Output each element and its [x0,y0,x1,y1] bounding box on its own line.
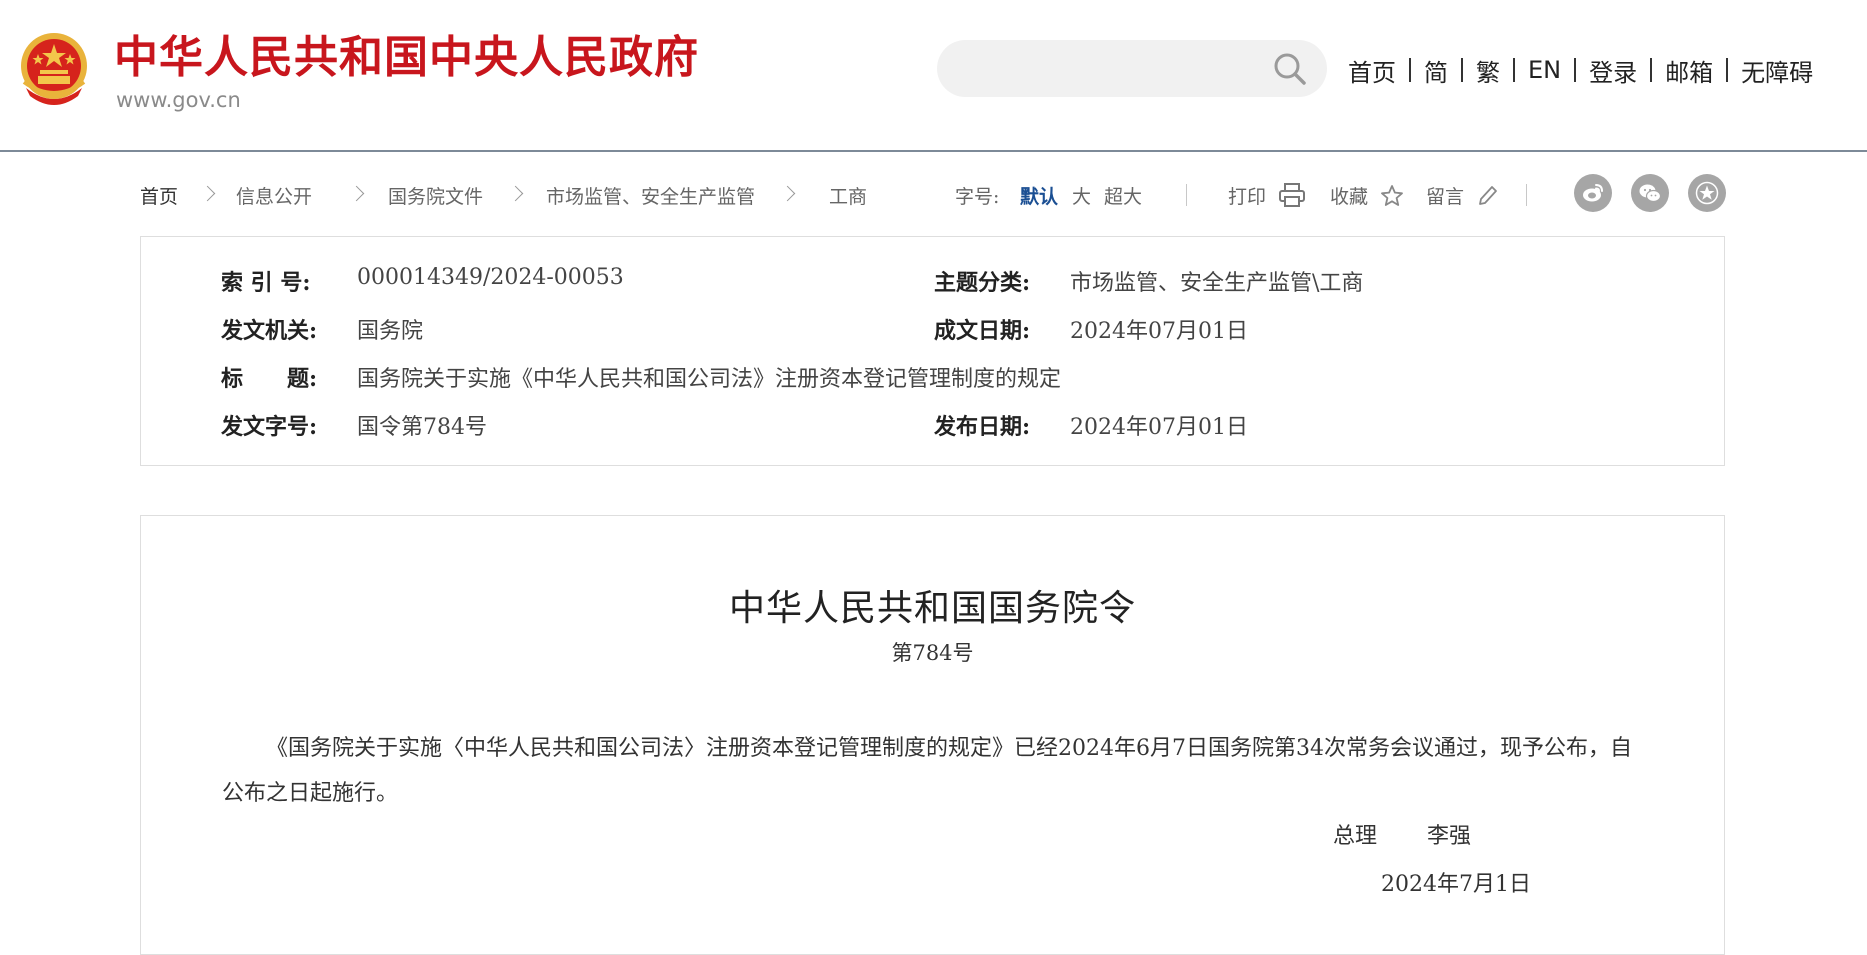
breadcrumb-info-public[interactable]: 信息公开 [236,182,312,209]
signature-date: 2024年7月1日 [1381,872,1531,897]
favorite-label: 收藏 [1330,186,1369,208]
weibo-share-icon[interactable] [1574,174,1612,212]
chevron-right-icon [348,185,365,202]
issuing-authority-label: 发文机关: [221,318,318,344]
nav-divider [1513,58,1515,82]
nav-divider [1409,58,1411,82]
toolbar-divider [1526,184,1527,206]
article-body: 中华人民共和国国务院令 第784号 《国务院关于实施〈中华人民共和国公司法〉注册… [140,515,1725,955]
issuing-authority-value: 国务院 [357,319,424,344]
subject-category-value: 市场监管、安全生产监管\工商 [1070,271,1364,296]
index-number-value: 000014349/2024-00053 [357,265,624,290]
print-label: 打印 [1228,186,1267,208]
signature-line: 总理 李强 [1333,818,1471,850]
article-title: 中华人民共和国国务院令 [728,588,1136,629]
article-paragraph: 《国务院关于实施〈中华人民共和国公司法〉注册资本登记管理制度的规定》已经2024… [222,736,1632,806]
top-navigation: 首页 简 繁 EN 登录 邮箱 无障碍 [1348,52,1813,88]
star-icon [1381,185,1403,206]
subject-category-label: 主题分类: [934,270,1031,296]
signer-title: 总理 [1333,824,1378,849]
font-size-large[interactable]: 大 [1072,182,1091,209]
breadcrumb-toolbar: 首页 信息公开 国务院文件 市场监管、安全生产监管 工商 字号: 默认 大 超大… [140,174,1726,216]
pencil-icon [1479,186,1497,205]
site-header: 中华人民共和国中央人民政府 www.gov.cn 首页 简 繁 EN 登录 邮箱… [0,0,1867,152]
title-label: 标 题: [221,366,318,392]
chevron-right-icon [199,185,216,202]
nav-divider [1461,58,1463,82]
nav-divider [1574,58,1577,82]
nav-traditional-link[interactable]: 繁 [1476,53,1500,88]
site-url: www.gov.cn [116,88,241,112]
national-emblem-logo[interactable] [16,30,92,110]
breadcrumb-commerce[interactable]: 工商 [829,182,867,209]
breadcrumb-state-council-docs[interactable]: 国务院文件 [388,182,483,209]
document-number-value: 国令第784号 [357,415,487,440]
published-date-value: 2024年07月01日 [1070,415,1248,440]
comment-button[interactable]: 留言 [1426,182,1498,209]
font-size-label: 字号: [955,186,1000,208]
site-title[interactable]: 中华人民共和国中央人民政府 [114,28,699,88]
nav-divider [1650,58,1653,82]
search-icon[interactable] [1273,52,1307,86]
wechat-share-icon[interactable] [1631,174,1669,212]
nav-home-link[interactable]: 首页 [1348,53,1396,88]
index-number-label: 索 引 号: [221,270,311,296]
favorite-button[interactable]: 收藏 [1330,182,1404,209]
written-date-label: 成文日期: [934,318,1031,344]
chevron-right-icon [507,185,524,202]
chevron-right-icon [779,185,796,202]
nav-accessibility-link[interactable]: 无障碍 [1741,53,1813,88]
document-number-label: 发文字号: [221,414,318,440]
breadcrumb-home[interactable]: 首页 [140,182,178,209]
article-order-number: 第784号 [891,641,974,665]
nav-divider [1726,58,1729,82]
nav-mailbox-link[interactable]: 邮箱 [1665,53,1713,88]
print-button[interactable]: 打印 [1228,182,1306,209]
printer-icon [1279,183,1306,207]
nav-login-link[interactable]: 登录 [1589,53,1637,88]
font-size-extra-large[interactable]: 超大 [1104,182,1142,209]
signer-name: 李强 [1427,824,1472,849]
search-box[interactable] [937,40,1327,97]
published-date-label: 发布日期: [934,414,1031,440]
comment-label: 留言 [1426,186,1465,208]
written-date-value: 2024年07月01日 [1070,319,1248,344]
font-size-default[interactable]: 默认 [1020,182,1058,209]
toolbar-divider [1186,184,1187,206]
nav-english-link[interactable]: EN [1528,56,1561,84]
title-value: 国务院关于实施《中华人民共和国公司法》注册资本登记管理制度的规定 [357,367,1062,392]
document-metadata-box: 索 引 号: 000014349/2024-00053 主题分类: 市场监管、安… [140,236,1725,466]
breadcrumb-market-regulation[interactable]: 市场监管、安全生产监管 [546,182,755,209]
party-star-share-icon[interactable] [1688,174,1726,212]
nav-simplified-link[interactable]: 简 [1424,53,1448,88]
